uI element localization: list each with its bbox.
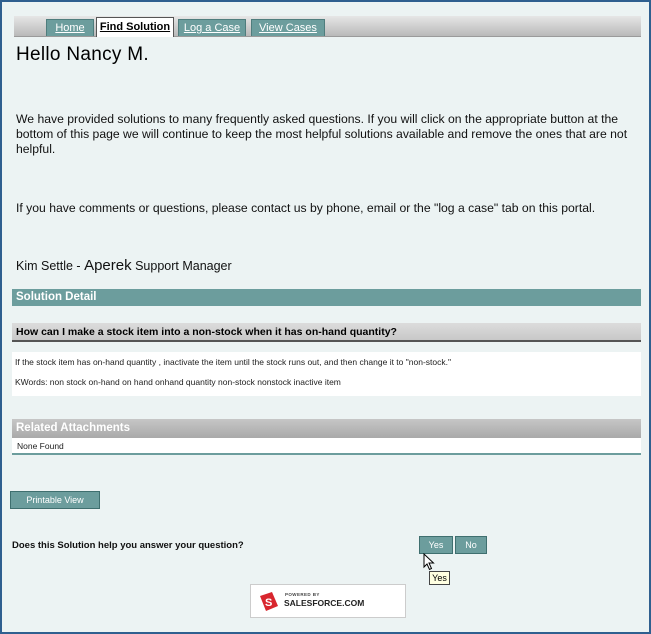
- solution-answer: If the stock item has on-hand quantity ,…: [15, 357, 452, 367]
- contact-paragraph: If you have comments or questions, pleas…: [16, 201, 596, 215]
- feedback-prompt: Does this Solution help you answer your …: [12, 540, 244, 551]
- yes-button[interactable]: Yes: [419, 536, 453, 554]
- attachments-empty-row: None Found: [12, 438, 641, 455]
- yes-tooltip: Yes: [429, 571, 450, 585]
- tab-find-solution[interactable]: Find Solution: [96, 17, 174, 37]
- solution-keywords: KWords: non stock on-hand on hand onhand…: [15, 377, 341, 387]
- powered-by-label: POWERED BY: [285, 592, 320, 597]
- tab-view-cases[interactable]: View Cases: [251, 19, 325, 36]
- signature-name: Kim Settle -: [16, 259, 85, 273]
- signature: Kim Settle - Aperek Support Manager: [16, 257, 232, 274]
- related-attachments-header: Related Attachments: [12, 419, 641, 438]
- signature-role: Support Manager: [131, 259, 232, 273]
- page-title: Hello Nancy M.: [16, 44, 150, 65]
- tab-home[interactable]: Home: [46, 19, 94, 36]
- tab-log-a-case[interactable]: Log a Case: [178, 19, 246, 36]
- portal-window: Home Find Solution Log a Case View Cases…: [0, 0, 651, 634]
- solution-detail-header: Solution Detail: [12, 289, 641, 306]
- signature-company: Aperek: [84, 257, 132, 274]
- printable-view-button[interactable]: Printable View: [10, 491, 100, 509]
- salesforce-brand-label: SALESFORCE.COM: [284, 598, 365, 608]
- no-button[interactable]: No: [455, 536, 487, 554]
- salesforce-logo-letter: S: [265, 597, 272, 609]
- powered-by-badge[interactable]: S POWERED BY SALESFORCE.COM: [250, 584, 406, 618]
- solution-detail-body: If the stock item has on-hand quantity ,…: [12, 352, 641, 396]
- intro-paragraph: We have provided solutions to many frequ…: [16, 112, 628, 156]
- tab-bar: Home Find Solution Log a Case View Cases: [14, 16, 641, 37]
- salesforce-logo-icon: S: [258, 591, 280, 618]
- solution-question: How can I make a stock item into a non-s…: [12, 323, 641, 342]
